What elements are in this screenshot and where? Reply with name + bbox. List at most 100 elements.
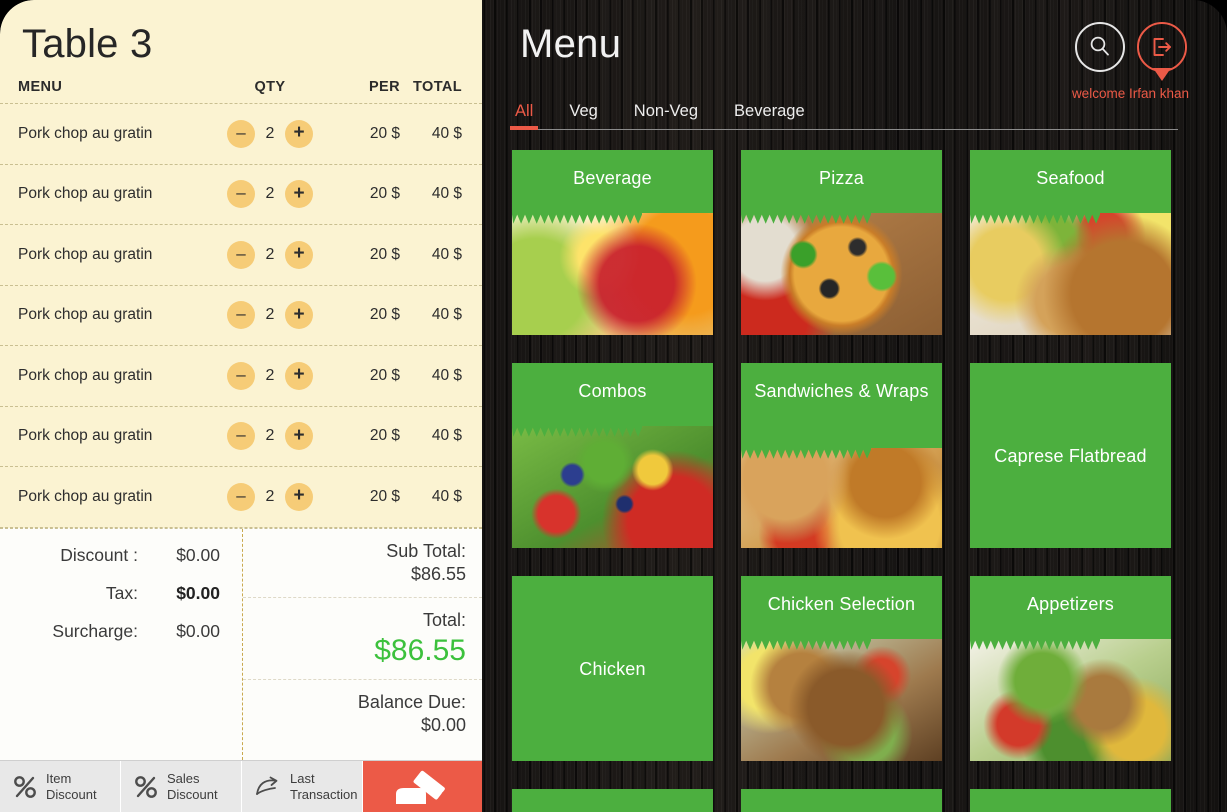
order-item-unit-price: 20 $ — [369, 185, 400, 203]
category-label: Chicken Selection — [767, 594, 916, 614]
category-photo — [741, 447, 942, 548]
menu-category-tile[interactable]: Appetizers — [970, 576, 1171, 761]
pay-button[interactable] — [363, 761, 482, 812]
order-item-unit-price: 20 $ — [369, 366, 400, 384]
quantity-stepper: –2 + — [218, 301, 322, 330]
category-label: Beverage — [573, 168, 652, 188]
quantity-stepper: –2 + — [218, 119, 322, 148]
increment-button[interactable]: + — [285, 422, 313, 451]
category-label: Seafood — [1036, 168, 1105, 188]
decrement-button[interactable]: – — [227, 119, 255, 148]
order-list-header: MENU QTY PER TOTAL — [0, 71, 482, 104]
table-row[interactable]: Pork chop au gratin –2 +20 $ 40 $ — [0, 407, 482, 467]
zigzag-edge — [741, 638, 871, 650]
tab-veg[interactable]: Veg — [564, 102, 602, 127]
quantity-value: 2 — [265, 185, 275, 203]
summary-total-value: $86.55 — [374, 633, 466, 667]
table-row[interactable]: Pork chop au gratin –2 +20 $ 40 $ — [0, 286, 482, 346]
logout-icon[interactable] — [1137, 22, 1187, 72]
tab-beverage[interactable]: Beverage — [729, 102, 810, 127]
order-item-name: Pork chop au gratin — [18, 427, 153, 445]
toolbar-button-last[interactable]: Last Transaction — [242, 761, 363, 812]
column-header-menu: MENU — [18, 79, 63, 95]
increment-button[interactable]: + — [285, 180, 313, 209]
increment-button[interactable]: + — [285, 482, 313, 511]
summary-value: $0.00 — [176, 620, 220, 641]
table-row[interactable]: Pork chop au gratin –2 +20 $ 40 $ — [0, 467, 482, 528]
quantity-stepper: –2 + — [218, 361, 322, 390]
header-actions — [1075, 22, 1187, 72]
order-item-unit-price: 20 $ — [369, 306, 400, 324]
toolbar-button-label: Sales Discount — [167, 771, 218, 801]
order-item-total: 40 $ — [431, 366, 462, 384]
decrement-button[interactable]: – — [227, 180, 255, 209]
summary-total-block: Total: $86.55 — [243, 598, 482, 680]
increment-button[interactable]: + — [285, 361, 313, 390]
tab-non-veg[interactable]: Non-Veg — [629, 102, 703, 127]
search-icon[interactable] — [1075, 22, 1125, 72]
table-row[interactable]: Pork chop au gratin –2 +20 $ 40 $ — [0, 346, 482, 407]
menu-category-tile[interactable]: Sandwiches & Wraps — [741, 363, 942, 548]
menu-category-grid: Beverage Pizza Seafood Combos Sandwiches & W… — [512, 150, 1202, 812]
decrement-button[interactable]: – — [227, 301, 255, 330]
increment-button[interactable]: + — [285, 119, 313, 148]
menu-category-tile[interactable] — [512, 789, 713, 812]
summary-total-block: Balance Due: $0.00 — [243, 680, 482, 748]
menu-category-tile[interactable] — [741, 789, 942, 812]
summary-total-value: $86.55 — [410, 564, 466, 585]
order-item-total: 40 $ — [431, 427, 462, 445]
table-row[interactable]: Pork chop au gratin –2 +20 $ 40 $ — [0, 225, 482, 286]
order-item-total: 40 $ — [431, 124, 462, 142]
menu-header: Menu welcome Irfan khan All Veg Non-Veg … — [482, 0, 1227, 136]
decrement-button[interactable]: – — [227, 361, 255, 390]
zigzag-edge — [741, 447, 871, 459]
category-photo — [741, 638, 942, 761]
category-photo — [970, 212, 1171, 335]
menu-category-tile[interactable]: Beverage — [512, 150, 713, 335]
menu-category-tile[interactable]: Pizza — [741, 150, 942, 335]
category-label: Caprese Flatbread — [994, 445, 1147, 466]
page-title: Table 3 — [22, 22, 153, 66]
toolbar-label-line1: Sales — [167, 771, 200, 787]
increment-button[interactable]: + — [285, 301, 313, 330]
order-summary: Discount : $0.00 Tax: $0.00 Surcharge: $0.00 … — [0, 527, 482, 761]
toolbar-button-sales[interactable]: Sales Discount — [121, 761, 242, 812]
quantity-stepper: –2 + — [218, 482, 322, 511]
quantity-value: 2 — [265, 366, 275, 384]
quantity-stepper: –2 + — [218, 422, 322, 451]
summary-total-value: $0.00 — [420, 715, 466, 736]
decrement-button[interactable]: – — [227, 240, 255, 269]
column-header-per: PER — [368, 79, 400, 95]
menu-category-tile[interactable]: Seafood — [970, 150, 1171, 335]
summary-row: Surcharge: $0.00 — [0, 621, 220, 642]
toolbar-label-line2: Discount — [167, 786, 218, 802]
welcome-label: welcome Irfan khan — [1071, 86, 1189, 101]
quantity-value: 2 — [265, 306, 275, 324]
table-row[interactable]: Pork chop au gratin –2 +20 $ 40 $ — [0, 104, 482, 165]
decrement-button[interactable]: – — [227, 422, 255, 451]
zigzag-edge — [512, 425, 642, 437]
tab-all[interactable]: All — [510, 102, 539, 130]
menu-category-tile[interactable] — [970, 789, 1171, 812]
table-row[interactable]: Pork chop au gratin –2 +20 $ 40 $ — [0, 165, 482, 225]
menu-category-tile[interactable]: Chicken Selection — [741, 576, 942, 761]
toolbar-button-item[interactable]: Item Discount — [0, 761, 121, 812]
order-item-name: Pork chop au gratin — [18, 366, 153, 384]
category-photo — [512, 212, 713, 335]
category-label: Appetizers — [1026, 594, 1115, 614]
toolbar-button-label: Last Transaction — [290, 771, 357, 801]
category-label: Pizza — [818, 168, 864, 188]
quantity-value: 2 — [265, 245, 275, 263]
menu-category-tile[interactable]: Caprese Flatbread — [970, 363, 1171, 548]
order-item-name: Pork chop au gratin — [18, 245, 153, 263]
menu-category-tile[interactable]: Combos — [512, 363, 713, 548]
quantity-value: 2 — [265, 487, 275, 505]
summary-totals: Sub Total: $86.55 Total: $86.55 Balance Due:… — [243, 529, 482, 761]
decrement-button[interactable]: – — [227, 482, 255, 511]
increment-button[interactable]: + — [285, 240, 313, 269]
summary-row: Discount : $0.00 — [0, 545, 220, 566]
order-item-unit-price: 20 $ — [369, 245, 400, 263]
menu-category-tile[interactable]: Chicken — [512, 576, 713, 761]
category-filter-tabs: All Veg Non-Veg Beverage — [510, 102, 1178, 130]
order-item-name: Pork chop au gratin — [18, 124, 153, 142]
